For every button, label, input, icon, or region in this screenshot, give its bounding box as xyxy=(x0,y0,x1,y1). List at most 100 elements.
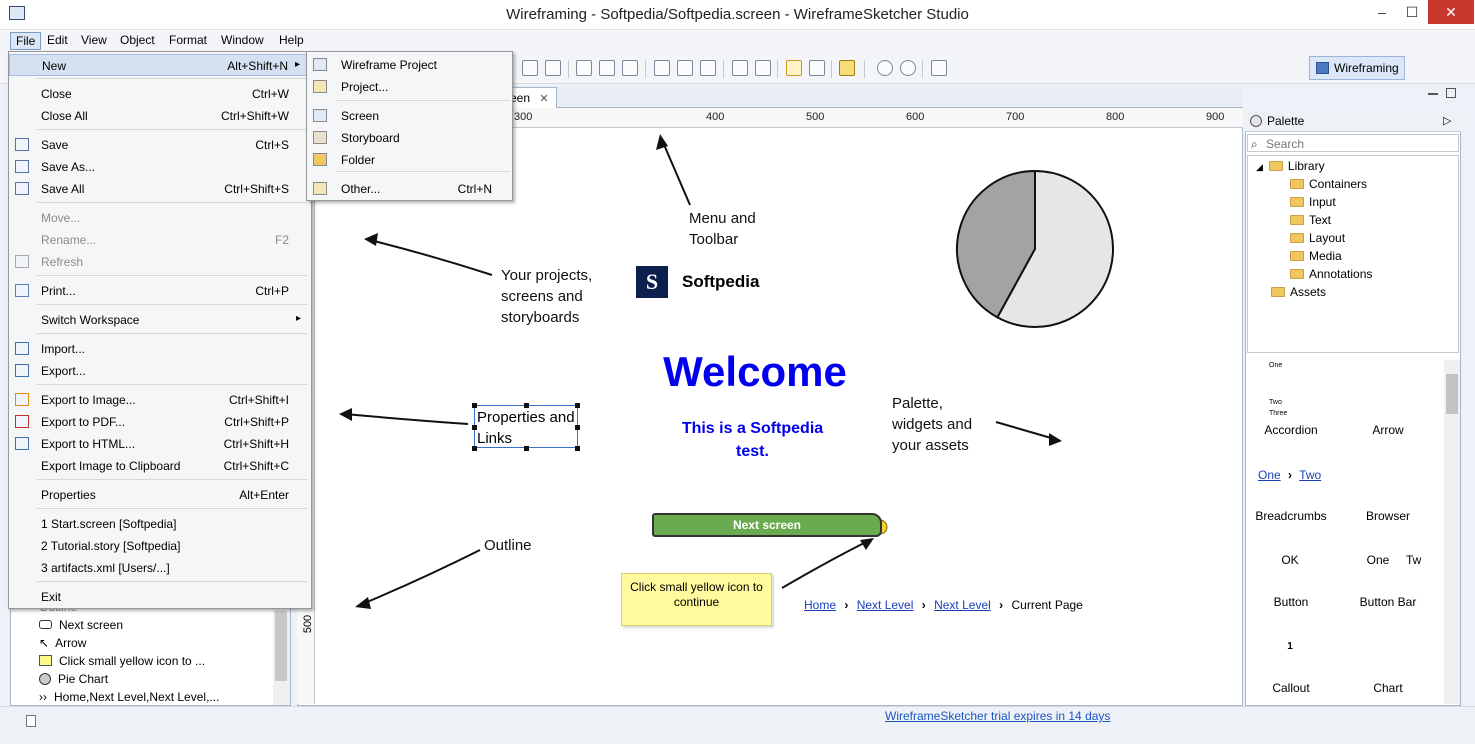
annotation-line: your assets xyxy=(892,437,969,454)
palette-widget-breadcrumbs[interactable]: Breadcrumbs xyxy=(1246,509,1336,523)
file-menu-item-close[interactable]: Close Ctrl+W xyxy=(9,83,309,105)
ok-icon xyxy=(39,620,52,629)
file-menu-item-export-image-to-clipboard[interactable]: Export Image to Clipboard Ctrl+Shift+C xyxy=(9,455,309,477)
annotation-line: Properties and xyxy=(477,409,575,426)
selection-handle[interactable] xyxy=(575,425,580,430)
menu-separator xyxy=(37,129,307,130)
new-menu-item-screen[interactable]: Screen xyxy=(307,105,512,127)
palette-search-input[interactable]: ⌕ Search xyxy=(1247,134,1459,152)
file-menu-dropdown: New Alt+Shift+N ▸ Close Ctrl+W Close All Ctrl+… xyxy=(8,51,312,609)
palette-expand-icon[interactable]: ▷ xyxy=(1443,114,1451,127)
palette-scrollbar[interactable] xyxy=(1444,360,1460,704)
menu-item-label: Save xyxy=(41,138,69,152)
menu-item-shortcut: Ctrl+W xyxy=(252,87,289,101)
file-menu-item-close-all[interactable]: Close All Ctrl+Shift+W xyxy=(9,105,309,127)
outline-row[interactable]: ↖ Arrow xyxy=(39,636,86,650)
outline-scrollbar[interactable] xyxy=(273,606,290,705)
file-menu-item-new[interactable]: New Alt+Shift+N ▸ xyxy=(9,54,309,76)
palette-widget-callout[interactable]: Callout xyxy=(1246,681,1336,695)
tree-item-library[interactable]: ◢ Library xyxy=(1256,159,1325,173)
folder-icon xyxy=(313,153,327,166)
annotation-line: Toolbar xyxy=(689,231,739,248)
menu-item-label: Export to HTML... xyxy=(41,437,136,451)
file-menu-item-export[interactable]: Export... xyxy=(9,360,309,382)
breadcrumb-home[interactable]: Home xyxy=(804,598,836,612)
selection-handle[interactable] xyxy=(472,403,477,408)
selection-handle[interactable] xyxy=(472,425,477,430)
new-menu-item-storyboard[interactable]: Storyboard xyxy=(307,127,512,149)
annotation-projects: Your projects, screens and storyboards xyxy=(501,265,592,328)
file-menu-item-print[interactable]: Print... Ctrl+P xyxy=(9,280,309,302)
file-menu-item-export-to-image[interactable]: Export to Image... Ctrl+Shift+I xyxy=(9,389,309,411)
file-menu-item-3-artifacts-xml-users[interactable]: 3 artifacts.xml [Users/...] xyxy=(9,557,309,579)
outline-row[interactable]: Pie Chart xyxy=(39,672,108,686)
new-item-icon[interactable] xyxy=(26,715,36,727)
palette-widget-button[interactable]: Button xyxy=(1246,595,1336,609)
menu-separator xyxy=(335,100,510,101)
welcome-heading: Welcome xyxy=(663,348,847,395)
new-menu-item-project[interactable]: Project... xyxy=(307,76,512,98)
file-menu-item-exit[interactable]: Exit xyxy=(9,586,309,608)
tree-item-media[interactable]: Media xyxy=(1290,249,1342,263)
outline-row[interactable]: ›› Home,Next Level,Next Level,... xyxy=(39,690,219,704)
file-menu-item-save[interactable]: Save Ctrl+S xyxy=(9,134,309,156)
selection-handle[interactable] xyxy=(524,446,529,451)
tree-item-assets[interactable]: Assets xyxy=(1271,285,1326,299)
menu-item-label: Switch Workspace xyxy=(41,313,140,327)
menu-item-shortcut: Alt+Enter xyxy=(239,488,289,502)
selection-handle[interactable] xyxy=(575,446,580,451)
refresh-icon xyxy=(15,255,29,268)
menu-separator xyxy=(37,275,307,276)
tree-item-annotations[interactable]: Annotations xyxy=(1290,267,1372,281)
menu-item-label: Properties xyxy=(41,488,96,502)
file-menu-item-export-to-html[interactable]: Export to HTML... Ctrl+Shift+H xyxy=(9,433,309,455)
annotation-palette: Palette, widgets and your assets xyxy=(892,393,972,456)
trial-status-link[interactable]: WireframeSketcher trial expires in 14 da… xyxy=(885,709,1110,723)
annotation-line: widgets and xyxy=(892,416,973,433)
selection-handle[interactable] xyxy=(524,403,529,408)
palette-widget-chart[interactable]: Chart xyxy=(1343,681,1433,695)
file-menu-item-switch-workspace[interactable]: Switch Workspace ▸ xyxy=(9,309,309,331)
breadcrumb: Home › Next Level › Next Level › Current… xyxy=(804,598,1083,612)
menu-item-shortcut: F2 xyxy=(274,233,289,247)
menu-item-label: 3 artifacts.xml [Users/...] xyxy=(41,561,170,575)
file-menu-item-1-start-screen-softpedia[interactable]: 1 Start.screen [Softpedia] xyxy=(9,513,309,535)
subtitle-text: This is a Softpedia test. xyxy=(681,420,824,460)
new-menu-item-other[interactable]: Other... Ctrl+N xyxy=(307,178,512,200)
new-menu-item-wireframe-project[interactable]: Wireframe Project xyxy=(307,54,512,76)
tree-item-layout[interactable]: Layout xyxy=(1290,231,1345,245)
outline-row[interactable]: Click small yellow icon to ... xyxy=(39,654,205,668)
selection-handle[interactable] xyxy=(472,446,477,451)
tree-item-containers[interactable]: Containers xyxy=(1290,177,1367,191)
breadcrumb-current: Current Page xyxy=(1011,598,1083,612)
sample-link: Two xyxy=(1299,468,1322,482)
import-icon xyxy=(15,342,29,355)
menu-item-label: Close All xyxy=(41,109,88,123)
menu-item-label: Save All xyxy=(41,182,85,196)
outline-row[interactable]: Next screen xyxy=(39,618,123,632)
menu-item-label: Import... xyxy=(41,342,86,356)
palette-widget-browser[interactable]: Browser xyxy=(1343,509,1433,523)
breadcrumb-level-2[interactable]: Next Level xyxy=(934,598,991,612)
file-menu-item-2-tutorial-story-softpedia[interactable]: 2 Tutorial.story [Softpedia] xyxy=(9,535,309,557)
next-screen-button[interactable]: Next screen xyxy=(652,513,882,537)
file-menu-item-save-as[interactable]: Save As... xyxy=(9,156,309,178)
new-menu-item-folder[interactable]: Folder xyxy=(307,149,512,171)
selection-handle[interactable] xyxy=(575,403,580,408)
annotation-properties-selected[interactable]: Properties and Links xyxy=(472,403,580,451)
print-icon xyxy=(15,284,29,297)
file-menu-item-save-all[interactable]: Save All Ctrl+Shift+S xyxy=(9,178,309,200)
file-menu-item-properties[interactable]: Properties Alt+Enter xyxy=(9,484,309,506)
menu-item-shortcut: Ctrl+Shift+P xyxy=(224,415,289,429)
tree-item-text[interactable]: Text xyxy=(1290,213,1331,227)
breadcrumb-level-1[interactable]: Next Level xyxy=(857,598,914,612)
file-menu-item-import[interactable]: Import... xyxy=(9,338,309,360)
menu-item-label: 2 Tutorial.story [Softpedia] xyxy=(41,539,181,553)
menu-separator xyxy=(37,581,307,582)
palette-widget-accordion[interactable]: Accordion xyxy=(1246,423,1336,437)
file-menu-item-export-to-pdf[interactable]: Export to PDF... Ctrl+Shift+P xyxy=(9,411,309,433)
palette-widget-arrow[interactable]: Arrow xyxy=(1343,423,1433,437)
tree-item-input[interactable]: Input xyxy=(1290,195,1336,209)
palette-widget-button-bar[interactable]: Button Bar xyxy=(1343,595,1433,609)
menu-item-label: Close xyxy=(41,87,72,101)
